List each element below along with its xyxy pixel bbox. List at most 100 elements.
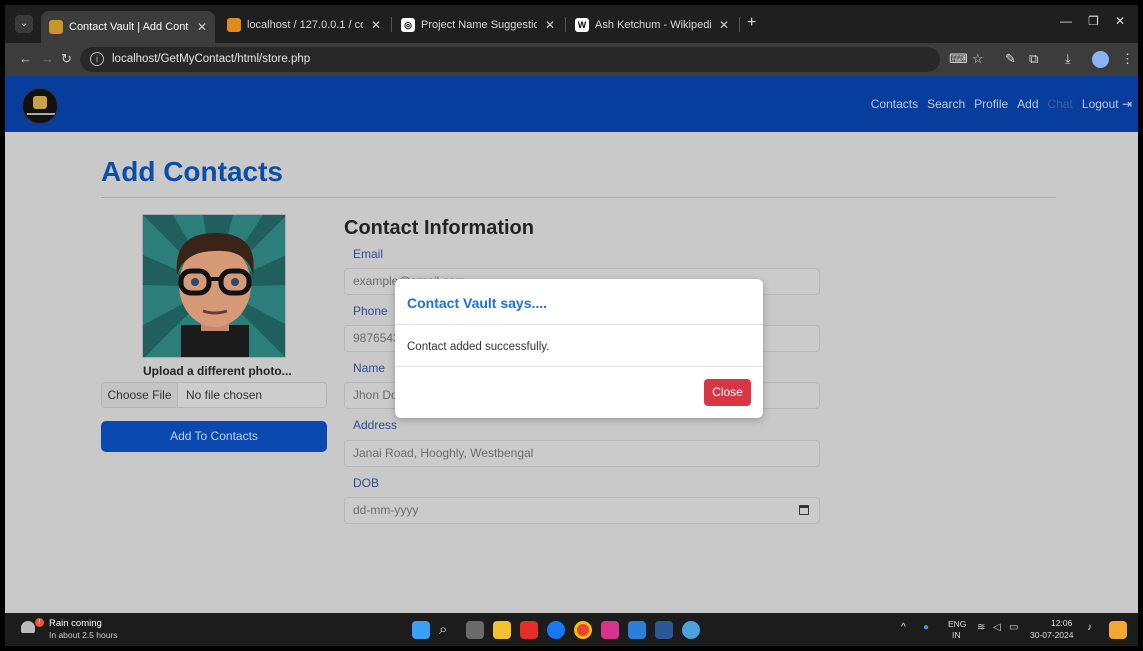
facebook-icon[interactable] — [547, 621, 565, 639]
choose-file-button[interactable]: Choose File — [102, 383, 178, 407]
nav-search[interactable]: Search — [927, 97, 965, 111]
restore-icon[interactable]: ❐ — [1088, 14, 1099, 28]
weather-alert-badge: ! — [35, 618, 44, 627]
vscode-icon[interactable] — [628, 621, 646, 639]
weather-title[interactable]: Rain coming — [49, 618, 102, 629]
screen: ⌄ Contact Vault | Add Contacts ✕ localho… — [5, 5, 1138, 646]
search-icon[interactable]: ⌕ — [439, 621, 457, 639]
alert-modal: Contact Vault says.... Contact added suc… — [395, 279, 763, 418]
calendar-icon[interactable] — [799, 505, 809, 515]
page-title: Add Contacts — [101, 156, 283, 187]
address-field[interactable]: Janai Road, Hooghly, Westbengal — [344, 440, 820, 467]
logo-text-line — [27, 113, 55, 115]
nav-chat[interactable]: Chat — [1048, 97, 1073, 111]
tab-title: Contact Vault | Add Contacts — [69, 21, 189, 33]
close-window-icon[interactable]: ✕ — [1115, 14, 1125, 28]
contact-vault-favicon-icon — [49, 20, 63, 34]
task-view-icon[interactable] — [466, 621, 484, 639]
weather-subtitle: In about 2.5 hours — [49, 630, 118, 640]
close-tab-icon[interactable]: ✕ — [545, 18, 555, 32]
email-label: Email — [353, 247, 384, 261]
pen-icon[interactable]: ✎ — [1005, 51, 1016, 67]
new-tab-icon[interactable]: + — [747, 14, 756, 32]
file-status: No file chosen — [186, 388, 263, 402]
notification-bell-icon[interactable]: ♪ — [1087, 622, 1092, 633]
nav-logout[interactable]: Logout ⇥ — [1082, 97, 1132, 111]
nav-contacts[interactable]: Contacts — [871, 97, 918, 111]
extensions-icon[interactable]: ⧉ — [1029, 51, 1038, 67]
bookmark-star-icon[interactable]: ☆ — [972, 51, 984, 67]
contact-vault-logo[interactable] — [22, 88, 58, 124]
nav-links: Contacts Search Profile Add Chat Logout … — [862, 97, 1132, 111]
web-page: Contacts Search Profile Add Chat Logout … — [5, 76, 1138, 613]
forward-arrow-icon[interactable]: → — [41, 51, 54, 66]
download-icon[interactable]: ⤓ — [1065, 51, 1071, 67]
close-tab-icon[interactable]: ✕ — [371, 18, 381, 32]
battery-icon[interactable]: ▭ — [1009, 622, 1018, 633]
minimize-icon[interactable]: — — [1060, 14, 1072, 28]
copilot-icon[interactable] — [1109, 621, 1127, 639]
wifi-icon[interactable]: ≋ — [977, 622, 985, 633]
globe-app-icon[interactable] — [682, 621, 700, 639]
file-explorer-icon[interactable] — [493, 621, 511, 639]
tray-chevron-up-icon[interactable]: ^ — [901, 622, 906, 633]
address-url[interactable]: localhost/GetMyContact/html/store.php — [112, 53, 310, 65]
xampp-icon[interactable] — [601, 621, 619, 639]
nav-profile[interactable]: Profile — [974, 97, 1008, 111]
reload-icon[interactable]: ↻ — [61, 51, 72, 67]
modal-divider — [395, 366, 763, 367]
clock-date[interactable]: 30-07-2024 — [1030, 630, 1073, 640]
tab-contact-vault[interactable]: Contact Vault | Add Contacts ✕ — [41, 11, 215, 43]
windows-taskbar: ! Rain coming In about 2.5 hours ⌕ ^ ● E… — [5, 613, 1138, 646]
tab-search-dropdown-icon[interactable]: ⌄ — [15, 15, 33, 33]
weather-cloud-icon[interactable] — [21, 621, 35, 633]
close-tab-icon[interactable]: ✕ — [719, 18, 729, 32]
tab-title: Ash Ketchum - Wikipedia — [595, 18, 711, 31]
close-tab-icon[interactable]: ✕ — [197, 20, 207, 34]
tab-title: Project Name Suggestion — [421, 18, 537, 31]
nav-add[interactable]: Add — [1017, 97, 1038, 111]
dob-placeholder: dd-mm-yyyy — [353, 503, 419, 517]
nav-logout-label: Logout — [1081, 97, 1119, 111]
phpmyadmin-favicon-icon — [227, 17, 241, 32]
chatgpt-favicon-icon: ◎ — [401, 17, 415, 32]
contact-photo — [142, 214, 286, 358]
form-title: Contact Information — [344, 217, 534, 239]
site-info-icon[interactable]: i — [90, 52, 104, 66]
youtube-icon[interactable] — [520, 621, 538, 639]
photo-file-input[interactable]: Choose File No file chosen — [101, 382, 327, 408]
close-button[interactable]: Close — [704, 379, 751, 406]
tray-app-icon[interactable]: ● — [923, 622, 929, 633]
tab-phpmyadmin[interactable]: localhost / 127.0.0.1 / contact_v ✕ — [219, 12, 389, 37]
phone-label: Phone — [353, 304, 388, 318]
tab-wikipedia[interactable]: W Ash Ketchum - Wikipedia ✕ — [567, 12, 737, 37]
divider — [101, 197, 1056, 198]
browser-tab-strip: ⌄ Contact Vault | Add Contacts ✕ localho… — [5, 5, 1138, 43]
dob-field[interactable]: dd-mm-yyyy — [344, 497, 820, 524]
tab-separator — [391, 17, 392, 32]
word-icon[interactable] — [655, 621, 673, 639]
back-arrow-icon[interactable]: ← — [19, 51, 32, 66]
tab-project-name[interactable]: ◎ Project Name Suggestion ✕ — [393, 12, 563, 37]
tab-separator — [739, 17, 740, 32]
start-windows-icon[interactable] — [412, 621, 430, 639]
clock-time[interactable]: 12:06 — [1051, 618, 1072, 628]
language-code[interactable]: ENG — [948, 619, 966, 629]
menu-kebab-icon[interactable]: ⋮ — [1121, 51, 1134, 67]
volume-icon[interactable]: ◁ — [993, 622, 1001, 633]
chrome-icon[interactable] — [574, 621, 592, 639]
modal-divider — [395, 324, 763, 325]
translate-icon[interactable]: ⌨ — [949, 51, 968, 67]
modal-message: Contact added successfully. — [407, 341, 550, 353]
name-label: Name — [353, 361, 386, 375]
add-to-contacts-button[interactable]: Add To Contacts — [101, 421, 327, 452]
profile-avatar-icon[interactable] — [1092, 51, 1109, 68]
browser-toolbar: ← → ↻ i localhost/GetMyContact/html/stor… — [5, 43, 1138, 76]
dob-label: DOB — [353, 476, 380, 490]
modal-title: Contact Vault says.... — [407, 295, 548, 311]
logout-icon: ⇥ — [1121, 97, 1132, 111]
wikipedia-favicon-icon: W — [575, 17, 589, 32]
logo-mark — [33, 96, 47, 109]
avatar-cartoon-image — [143, 215, 285, 357]
address-bar[interactable]: i localhost/GetMyContact/html/store.php — [80, 47, 940, 72]
